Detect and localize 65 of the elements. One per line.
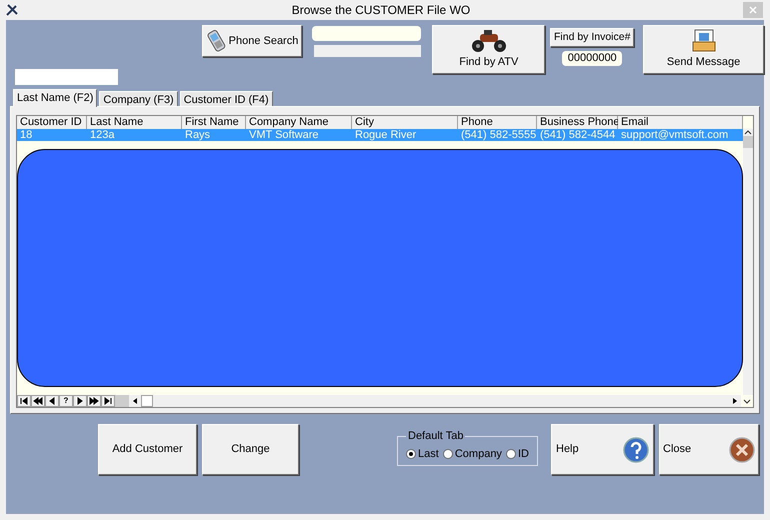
prev-arrow-icon — [47, 396, 57, 406]
first-record-button[interactable] — [17, 395, 31, 407]
tab[interactable]: Company (F3) — [99, 91, 178, 106]
phone-search-button[interactable]: Phone Search — [202, 25, 302, 57]
column-header[interactable]: Customer ID — [17, 116, 87, 129]
column-header[interactable]: Business Phone — [537, 116, 618, 129]
radio-button[interactable] — [442, 448, 453, 459]
send-message-button[interactable]: Send Message — [643, 25, 764, 74]
input-field[interactable] — [15, 69, 118, 85]
vertical-scrollbar[interactable] — [743, 129, 753, 395]
table-cell-text: Rogue River — [354, 129, 418, 141]
help-icon — [623, 436, 649, 462]
close-button[interactable]: Close — [659, 424, 759, 475]
radio-option[interactable]: ID — [506, 446, 529, 462]
column-header[interactable]: Last Name — [87, 116, 182, 129]
close-icon — [729, 436, 755, 462]
find-by-atv-button[interactable]: Find by ATV — [432, 25, 546, 74]
scroll-up-icon[interactable] — [744, 129, 752, 135]
invoice-number-field[interactable]: 00000000 — [562, 51, 622, 66]
add-customer-button[interactable]: Add Customer — [98, 424, 197, 475]
window-title: Browse the CUSTOMER File WO — [290, 2, 472, 19]
scrollbar-thumb[interactable] — [141, 395, 153, 407]
radio-option[interactable]: Company — [442, 446, 502, 462]
table-cell-text: VMT Software — [248, 129, 320, 141]
table-cell-text: 18 — [19, 129, 34, 141]
column-header[interactable]: Email — [618, 116, 743, 129]
table-cell-text: 123a — [89, 129, 116, 141]
column-header[interactable]: Company Name — [246, 116, 352, 129]
column-header[interactable]: Phone — [458, 116, 537, 129]
atv-icon — [470, 28, 508, 54]
table-cell-text: (541) 582-5555 — [460, 129, 537, 141]
first-arrow-icon — [19, 396, 29, 406]
last-arrow-icon — [103, 396, 113, 406]
column-header[interactable]: First Name — [182, 116, 246, 129]
radio-label: ID — [518, 446, 529, 462]
radio-button[interactable] — [406, 448, 416, 459]
next-page-record-button[interactable] — [87, 395, 101, 407]
help-button[interactable]: Help — [551, 424, 654, 475]
prev-page-record-button[interactable] — [31, 395, 45, 407]
input-field[interactable] — [314, 45, 422, 57]
radio-option[interactable]: Last — [406, 446, 439, 462]
table-cell-text: Rays — [184, 129, 212, 141]
group-title: Default Tab — [407, 429, 464, 444]
message-tray-icon — [690, 28, 717, 54]
next-record-button[interactable] — [73, 395, 87, 407]
tab[interactable]: Last Name (F2) — [13, 89, 98, 107]
next-arrow-icon — [75, 396, 85, 406]
next-page-arrow-icon — [89, 396, 99, 406]
phone-icon — [204, 29, 227, 53]
column-header[interactable]: City — [352, 116, 458, 129]
table-cell-text: support@vmtsoft.com — [620, 129, 730, 141]
table-cell-text: (541) 582-4544 — [539, 129, 616, 141]
scrollbar-thumb[interactable] — [743, 136, 753, 148]
prev-record-button[interactable] — [45, 395, 59, 407]
tab[interactable]: Customer ID (F4) — [180, 91, 273, 106]
horizontal-scrollbar[interactable] — [115, 395, 741, 407]
radio-label: Last — [418, 446, 439, 462]
radio-button[interactable] — [506, 448, 516, 459]
find-by-invoice-button[interactable]: Find by Invoice# — [550, 28, 634, 47]
unknown-record-button[interactable]: ? — [59, 395, 73, 407]
change-button[interactable]: Change — [202, 424, 299, 475]
last-record-button[interactable] — [101, 395, 115, 407]
radio-label: Company — [454, 446, 502, 462]
prev-page-arrow-icon — [33, 396, 43, 406]
search-field[interactable] — [312, 26, 422, 41]
